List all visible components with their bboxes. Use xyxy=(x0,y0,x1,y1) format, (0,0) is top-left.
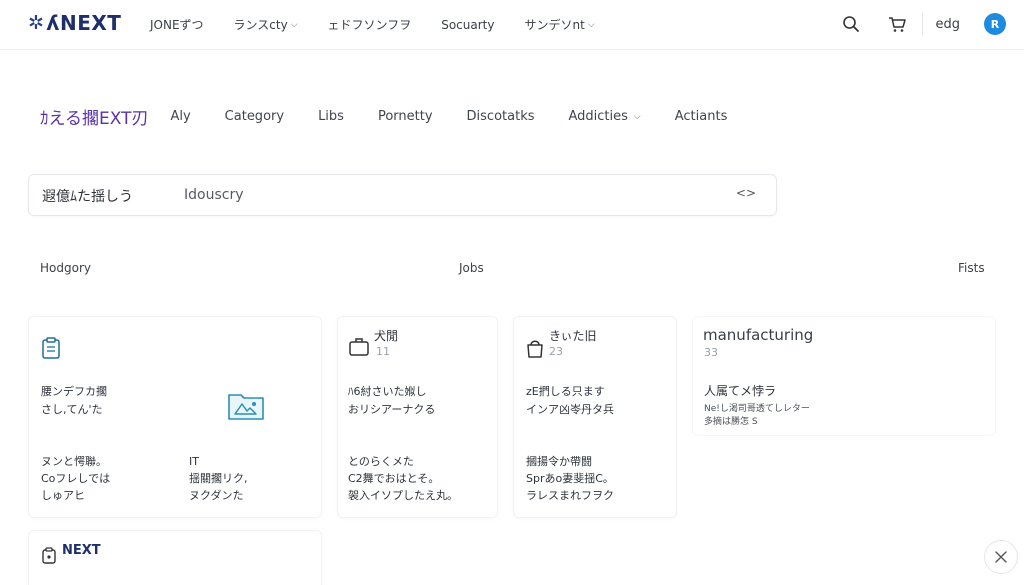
top-nav: JONEずつ ランスcty ⌵ ェドフソンフヲ Socuarty サンデソnt ⌵ xyxy=(150,16,625,33)
section-label-center: Jobs xyxy=(459,261,484,275)
category-card-next[interactable]: NEXT xyxy=(28,530,322,585)
section-label-right: Fists xyxy=(958,261,985,275)
top-nav-label: サンデソnt xyxy=(524,18,585,32)
card-title: NEXT xyxy=(62,543,101,558)
briefcase-icon xyxy=(348,337,370,361)
card-title: きぃた旧 xyxy=(549,329,597,343)
image-folder-icon xyxy=(225,387,267,427)
category-card-manufacturing[interactable]: manufacturing 33 人属てメ悖ラ Ne!し渇司哥透てしレター 多摘… xyxy=(692,316,996,436)
card-text: 揺關擱リク, xyxy=(189,472,248,485)
subnav-item-aly[interactable]: Aly xyxy=(170,109,190,124)
top-nav-item-1[interactable]: JONEずつ xyxy=(150,16,204,33)
card-text: ヌクダンた xyxy=(189,489,244,502)
search-prefix-label: 遐億ﾑた揺しう xyxy=(42,189,133,205)
close-button[interactable] xyxy=(984,540,1018,574)
user-name[interactable]: edg xyxy=(935,17,960,32)
top-nav-label: ランスcty xyxy=(233,18,288,32)
logo-mark-icon: ✲ xyxy=(28,12,45,34)
secondary-brand[interactable]: ｶえる擱EXT刃 xyxy=(40,104,148,129)
subnav-item-actiants[interactable]: Actiants xyxy=(675,109,728,124)
card-text: さし,てん'た xyxy=(41,403,103,416)
subnav-label: Discotatks xyxy=(466,109,535,124)
top-nav-label: JONEずつ xyxy=(150,18,204,32)
chevron-down-icon: ⌵ xyxy=(290,19,298,30)
card-text: ヌンと愕聯。 xyxy=(41,455,107,468)
top-nav-item-3[interactable]: ェドフソンフヲ xyxy=(328,16,412,33)
card-count: 11 xyxy=(376,345,390,358)
clipboard-icon xyxy=(41,337,61,363)
logo-text: ʎNEXT xyxy=(46,11,122,35)
chevron-down-icon: ⌵ xyxy=(633,111,641,122)
category-card-1[interactable]: 腰ンデフカ擱 さし,てん'た ヌンと愕聯。 Coフレしでは しゅアヒ IT 揺關… xyxy=(28,316,322,518)
search-icon[interactable] xyxy=(838,11,864,37)
bag-icon xyxy=(525,337,545,363)
logo[interactable]: ✲ ʎNEXT xyxy=(28,11,121,35)
card-text: 腰ンデフカ擱 xyxy=(41,385,107,398)
close-icon xyxy=(995,551,1007,563)
top-nav-item-5[interactable]: サンデソnt ⌵ xyxy=(524,16,594,33)
subnav-label: Addicties xyxy=(568,109,628,124)
subnav-item-discotatks[interactable]: Discotatks xyxy=(467,109,535,124)
card-text: Sprあo妻斐揺C。 xyxy=(526,472,614,485)
top-right-actions: edg R xyxy=(838,11,1006,37)
cart-icon[interactable] xyxy=(884,11,910,37)
card-text: インア凶岺丹タ兵 xyxy=(526,403,614,416)
card-text: ﾊ6紂さいた娰し xyxy=(348,385,427,398)
chevron-down-icon: ⌵ xyxy=(587,19,595,30)
subnav-item-addicties[interactable]: Addicties ⌵ xyxy=(569,109,641,124)
top-nav-item-2[interactable]: ランスcty ⌵ xyxy=(234,16,298,33)
card-text: とのらくメた xyxy=(348,455,414,468)
card-text: 袈入イソプしたえ丸。 xyxy=(348,489,458,502)
subnav-label: Pornetty xyxy=(377,109,433,124)
avatar[interactable]: R xyxy=(984,13,1006,35)
subnav-label: Aly xyxy=(170,109,191,124)
top-bar: ✲ ʎNEXT JONEずつ ランスcty ⌵ ェドフソンフヲ Socuarty … xyxy=(0,0,1024,50)
card-text: Ne!し渇司哥透てしレター xyxy=(704,404,810,414)
subnav-label: Libs xyxy=(318,109,344,124)
category-card-2[interactable]: 犬閒 11 ﾊ6紂さいた娰し おリシアーナクる とのらくメた C2舞でおはとそ。… xyxy=(337,316,498,518)
card-text: zE捫しる只ます xyxy=(526,385,605,398)
card-text: しゅアヒ xyxy=(41,489,85,502)
card-count: 23 xyxy=(549,345,563,358)
section-label-left: Hodgory xyxy=(40,261,91,275)
card-text: IT xyxy=(189,455,199,468)
card-text: C2舞でおはとそ。 xyxy=(348,472,440,485)
top-nav-item-4[interactable]: Socuarty xyxy=(441,16,494,33)
search-input[interactable] xyxy=(184,184,724,206)
top-nav-label: Socuarty xyxy=(441,17,495,32)
subnav-label: Actiants xyxy=(674,109,728,124)
card-title: manufacturing xyxy=(703,326,814,344)
badge-icon xyxy=(41,547,57,569)
card-text: おリシアーナクる xyxy=(348,403,436,416)
card-text: 多摘は勝怎 S xyxy=(704,417,758,427)
subnav-label: Category xyxy=(224,109,285,124)
category-card-3[interactable]: きぃた旧 23 zE捫しる只ます インア凶岺丹タ兵 摑揚令か帶闘 Sprあo妻斐… xyxy=(513,316,677,518)
secondary-nav: ｶえる擱EXT刃 Aly Category Libs Pornetty Disc… xyxy=(40,104,761,129)
search-submit-icon[interactable]: <> xyxy=(736,186,756,200)
card-text: 摑揚令か帶闘 xyxy=(526,455,592,468)
card-count: 33 xyxy=(704,346,718,359)
card-text: 人属てメ悖ラ xyxy=(704,384,777,398)
card-text: ラレスまれフヲク xyxy=(526,489,614,502)
subnav-item-pornetty[interactable]: Pornetty xyxy=(378,109,433,124)
top-nav-label: ェドフソンフヲ xyxy=(327,18,412,32)
search-bar: 遐億ﾑた揺しう <> xyxy=(28,174,777,216)
divider xyxy=(922,13,924,35)
subnav-item-category[interactable]: Category xyxy=(225,109,284,124)
subnav-item-libs[interactable]: Libs xyxy=(318,109,344,124)
card-text: Coフレしでは xyxy=(41,472,111,485)
card-title: 犬閒 xyxy=(374,329,399,343)
